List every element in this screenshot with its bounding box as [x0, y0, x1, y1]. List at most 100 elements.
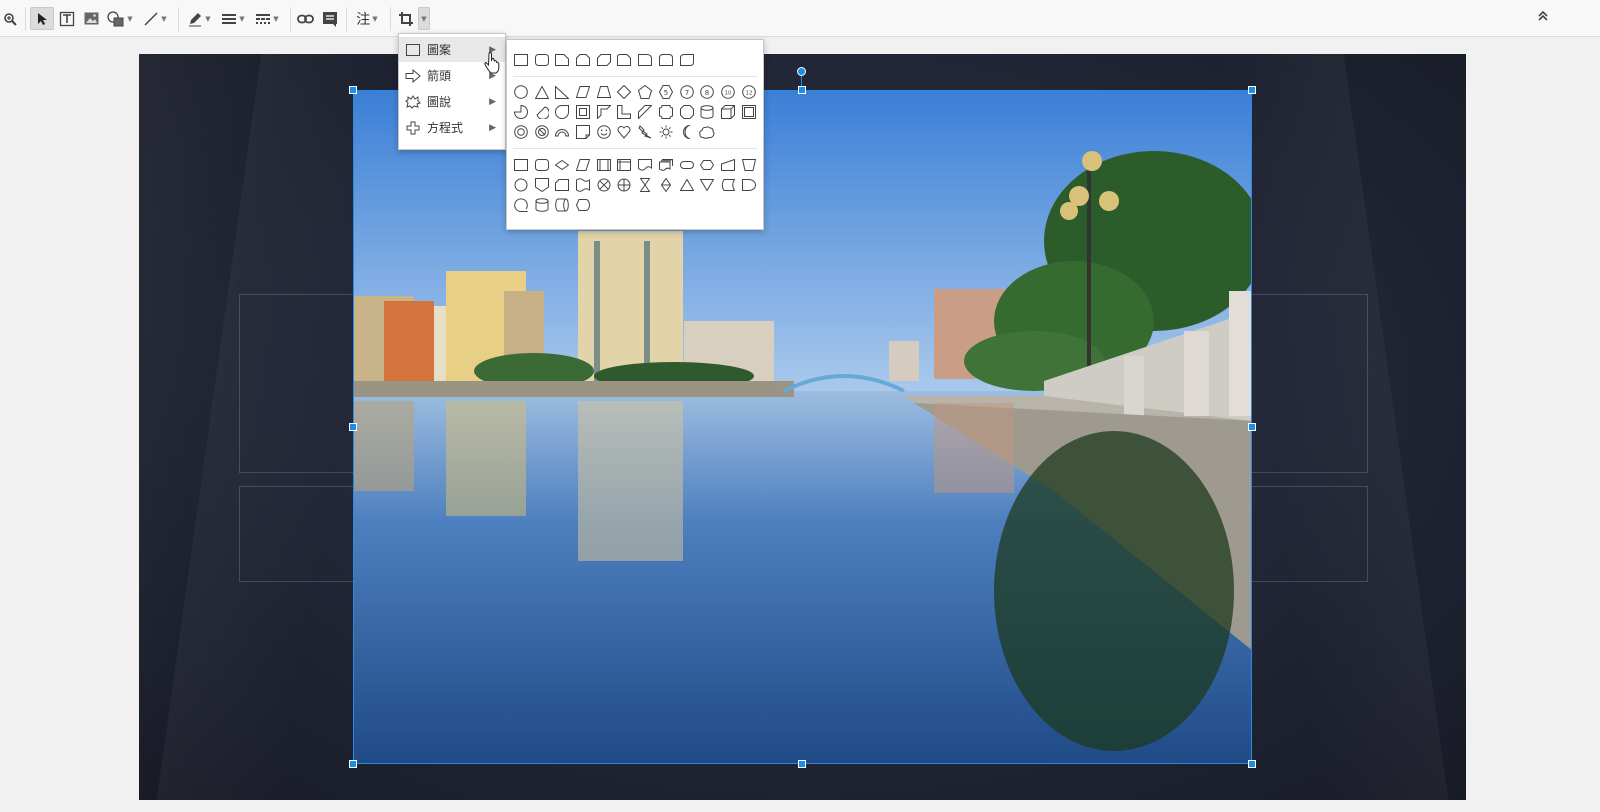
pen-color-button[interactable]: ▼ — [184, 7, 214, 30]
cloud-shape-icon[interactable] — [699, 124, 715, 140]
flowchart-process-shape-icon[interactable] — [513, 157, 529, 173]
flowchart-sequential-access-storage-shape-icon[interactable] — [513, 197, 529, 213]
flowchart-direct-access-storage-shape-icon[interactable] — [554, 197, 570, 213]
octagon-shape-icon[interactable]: 8 — [699, 84, 715, 100]
flowchart-connector-shape-icon[interactable] — [513, 177, 529, 193]
snip-diagonal-rectangle-shape-icon[interactable] — [596, 52, 612, 68]
teardrop-shape-icon[interactable] — [554, 104, 570, 120]
flowchart-merge-shape-icon[interactable] — [699, 177, 715, 193]
flowchart-display-shape-icon[interactable] — [575, 197, 591, 213]
line-dash-button[interactable]: ▼ — [252, 7, 282, 30]
shape-tool-button[interactable]: ▼ — [105, 7, 135, 30]
flowchart-alternate-process-shape-icon[interactable] — [534, 157, 550, 173]
flowchart-predefined-process-shape-icon[interactable] — [596, 157, 612, 173]
insert-link-button[interactable] — [295, 7, 315, 30]
bevel-shape-icon[interactable] — [741, 104, 757, 120]
resize-handle-top-left[interactable] — [349, 86, 357, 94]
resize-handle-bottom[interactable] — [798, 760, 806, 768]
lightning-bolt-shape-icon[interactable] — [637, 124, 653, 140]
annotate-button[interactable]: 注 ▼ — [352, 7, 382, 30]
diamond-shape-icon[interactable] — [616, 84, 632, 100]
frame-shape-icon[interactable] — [575, 104, 591, 120]
flowchart-magnetic-disk-shape-icon[interactable] — [534, 197, 550, 213]
flowchart-decision-shape-icon[interactable] — [554, 157, 570, 173]
resize-handle-top[interactable] — [798, 86, 806, 94]
flowchart-stored-data-shape-icon[interactable] — [720, 177, 736, 193]
heptagon-shape-icon[interactable]: 7 — [679, 84, 695, 100]
can-shape-icon[interactable] — [699, 104, 715, 120]
flowchart-or-shape-icon[interactable] — [616, 177, 632, 193]
selected-photo[interactable] — [353, 90, 1252, 764]
cube-shape-icon[interactable] — [720, 104, 736, 120]
flowchart-delay-shape-icon[interactable] — [741, 177, 757, 193]
arrow-icon — [405, 68, 421, 84]
flowchart-offpage-connector-shape-icon[interactable] — [534, 177, 550, 193]
flowchart-manual-input-shape-icon[interactable] — [720, 157, 736, 173]
rounded-rectangle-shape-icon[interactable] — [534, 52, 550, 68]
block-arc-shape-icon[interactable] — [554, 124, 570, 140]
trapezoid-shape-icon[interactable] — [596, 84, 612, 100]
flowchart-document-shape-icon[interactable] — [637, 157, 653, 173]
pentagon-shape-icon[interactable] — [637, 84, 653, 100]
flowchart-sort-shape-icon[interactable] — [658, 177, 674, 193]
line-weight-button[interactable]: ▼ — [218, 7, 248, 30]
crop-button[interactable] — [396, 7, 416, 30]
decagon-shape-icon[interactable]: 10 — [720, 84, 736, 100]
select-tool-button[interactable] — [30, 7, 54, 30]
flowchart-card-shape-icon[interactable] — [554, 177, 570, 193]
triangle-shape-icon[interactable] — [534, 84, 550, 100]
smiley-face-shape-icon[interactable] — [596, 124, 612, 140]
flowchart-data-shape-icon[interactable] — [575, 157, 591, 173]
menu-item-equations[interactable]: 方程式 ▶ — [399, 115, 505, 140]
flowchart-summing-junction-shape-icon[interactable] — [596, 177, 612, 193]
flowchart-terminator-shape-icon[interactable] — [679, 157, 695, 173]
chord-shape-icon[interactable] — [534, 104, 550, 120]
insert-image-button[interactable] — [82, 7, 100, 30]
text-box-button[interactable] — [57, 7, 77, 30]
no-symbol-shape-icon[interactable] — [534, 124, 550, 140]
snip-two-corner-rectangle-shape-icon[interactable] — [575, 52, 591, 68]
flowchart-punched-tape-shape-icon[interactable] — [575, 177, 591, 193]
resize-handle-left[interactable] — [349, 423, 357, 431]
crop-options-dropdown[interactable]: ▼ — [418, 7, 430, 30]
flowchart-manual-operation-shape-icon[interactable] — [741, 157, 757, 173]
pie-shape-icon[interactable] — [513, 104, 529, 120]
round-diagonal-rectangle-shape-icon[interactable] — [679, 52, 695, 68]
dodecagon-shape-icon[interactable]: 12 — [741, 84, 757, 100]
oval-shape-icon[interactable] — [513, 84, 529, 100]
moon-shape-icon[interactable] — [679, 124, 695, 140]
resize-handle-bottom-left[interactable] — [349, 760, 357, 768]
parallelogram-shape-icon[interactable] — [575, 84, 591, 100]
zoom-icon[interactable] — [2, 7, 18, 30]
toolbar-separator — [346, 7, 347, 31]
collapse-toolbar-button[interactable] — [1537, 10, 1549, 26]
line-tool-button[interactable]: ▼ — [140, 7, 170, 30]
resize-handle-top-right[interactable] — [1248, 86, 1256, 94]
l-shape-icon[interactable] — [616, 104, 632, 120]
snip-corner-rectangle-shape-icon[interactable] — [554, 52, 570, 68]
donut-shape-icon[interactable] — [513, 124, 529, 140]
round-same-side-rectangle-shape-icon[interactable] — [658, 52, 674, 68]
half-frame-shape-icon[interactable] — [596, 104, 612, 120]
rectangle-shape-icon[interactable] — [513, 52, 529, 68]
sun-shape-icon[interactable] — [658, 124, 674, 140]
octagon-frame-shape-icon[interactable] — [679, 104, 695, 120]
flowchart-internal-storage-shape-icon[interactable] — [616, 157, 632, 173]
heart-shape-icon[interactable] — [616, 124, 632, 140]
flowchart-extract-shape-icon[interactable] — [679, 177, 695, 193]
hexagon-shape-icon[interactable]: 5 — [658, 84, 674, 100]
plaque-shape-icon[interactable] — [658, 104, 674, 120]
resize-handle-right[interactable] — [1248, 423, 1256, 431]
right-triangle-shape-icon[interactable] — [554, 84, 570, 100]
diagonal-stripe-shape-icon[interactable] — [637, 104, 653, 120]
flowchart-preparation-shape-icon[interactable] — [699, 157, 715, 173]
resize-handle-bottom-right[interactable] — [1248, 760, 1256, 768]
insert-comment-button[interactable] — [320, 7, 340, 30]
rotation-handle[interactable] — [797, 67, 806, 76]
menu-item-callouts[interactable]: 圖說 ▶ — [399, 89, 505, 114]
snip-round-rectangle-shape-icon[interactable] — [616, 52, 632, 68]
flowchart-multidocument-shape-icon[interactable] — [658, 157, 674, 173]
round-single-corner-rectangle-shape-icon[interactable] — [637, 52, 653, 68]
folded-corner-shape-icon[interactable] — [575, 124, 591, 140]
flowchart-collate-shape-icon[interactable] — [637, 177, 653, 193]
